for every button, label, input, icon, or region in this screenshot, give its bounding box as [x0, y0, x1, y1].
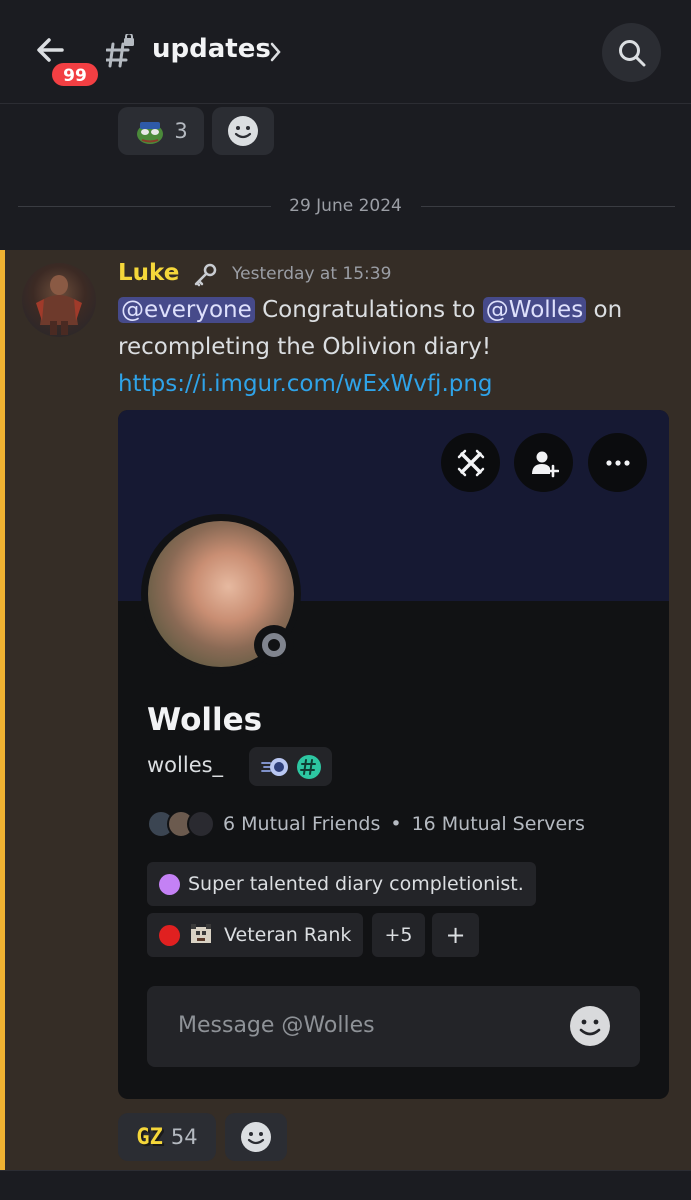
- search-icon: [619, 40, 646, 67]
- mutual-friends: 6 Mutual Friends: [223, 813, 381, 835]
- pepe-emoji-icon: [137, 122, 164, 144]
- add-reaction-button[interactable]: [212, 107, 274, 155]
- add-friend-icon: [532, 451, 559, 478]
- reaction-count: 54: [170, 1125, 198, 1149]
- message-content: @everyone Congratulations to @Wolles on …: [118, 292, 678, 403]
- role-chip-diary[interactable]: Super talented diary completionist.: [147, 862, 536, 906]
- message-author[interactable]: Luke: [118, 260, 179, 286]
- message-text-1: Congratulations to: [254, 297, 483, 323]
- bottom-bar: [0, 1170, 691, 1200]
- hash-badge-icon[interactable]: [296, 754, 322, 780]
- profile-display-name: Wolles: [147, 702, 263, 738]
- search-button[interactable]: [602, 23, 661, 82]
- more-roles-label: +5: [384, 924, 413, 946]
- crossed-swords-icon: [457, 449, 485, 477]
- role-chip-veteran[interactable]: Veteran Rank: [147, 913, 364, 957]
- highlighted-message[interactable]: Luke Yesterday at 15:39 @everyone Congra…: [0, 250, 691, 1170]
- author-avatar[interactable]: [22, 263, 96, 337]
- profile-badges: [249, 747, 332, 786]
- add-role-button[interactable]: +: [432, 913, 479, 957]
- role-color-dot: [159, 924, 180, 946]
- role-color-dot: [159, 873, 180, 895]
- warrior-avatar-icon: [36, 275, 82, 335]
- more-roles-chip[interactable]: +5: [372, 913, 425, 957]
- mutual-avatar: [187, 810, 215, 838]
- mention-highlight-bar: [0, 250, 5, 1170]
- profile-card-embed[interactable]: Wolles wolles_ 6 Mutual Friends • 16 Mut…: [118, 410, 669, 1099]
- profile-username: wolles_: [147, 753, 224, 777]
- reaction-pepe[interactable]: 3: [118, 107, 204, 155]
- emoji-picker-icon[interactable]: [569, 1005, 611, 1047]
- add-role-label: +: [445, 921, 466, 949]
- add-reaction-icon: [228, 116, 258, 146]
- key-role-icon: [194, 263, 217, 287]
- message-timestamp: Yesterday at 15:39: [232, 264, 392, 284]
- add-reaction-button[interactable]: [225, 1113, 287, 1161]
- mutual-separator: •: [390, 813, 402, 835]
- add-friend-button[interactable]: [514, 433, 573, 492]
- date-divider: 29 June 2024: [0, 196, 691, 216]
- more-options-button[interactable]: [588, 433, 647, 492]
- message-placeholder: Message @Wolles: [178, 1013, 375, 1038]
- channel-name[interactable]: updates: [152, 34, 271, 64]
- locked-hash-channel-icon: [106, 34, 134, 68]
- mutual-servers: 16 Mutual Servers: [411, 813, 585, 835]
- nitro-badge-icon[interactable]: [260, 755, 290, 779]
- mention-user[interactable]: @Wolles: [482, 297, 587, 323]
- reaction-count: 3: [174, 119, 188, 143]
- unread-badge: 99: [50, 61, 100, 88]
- mention-everyone[interactable]: @everyone: [118, 297, 255, 323]
- date-divider-label: 29 June 2024: [275, 196, 416, 216]
- role-label: Veteran Rank: [224, 924, 352, 946]
- reaction-gz[interactable]: GZ 54: [118, 1113, 216, 1161]
- add-reaction-icon: [241, 1122, 271, 1152]
- more-dots-icon: [606, 460, 630, 466]
- channel-header: 99 updates: [0, 0, 691, 104]
- message-link[interactable]: https://i.imgur.com/wExWvfj.png: [118, 371, 493, 397]
- chevron-right-icon: [270, 42, 281, 62]
- block-button[interactable]: [441, 433, 500, 492]
- gz-emoji-icon: GZ: [136, 1124, 163, 1150]
- offline-status-icon: [254, 625, 294, 665]
- dm-message-input[interactable]: Message @Wolles: [147, 986, 640, 1067]
- role-label: Super talented diary completionist.: [188, 873, 524, 895]
- veteran-role-icon: [191, 924, 211, 943]
- mutuals-row[interactable]: 6 Mutual Friends • 16 Mutual Servers: [147, 810, 585, 838]
